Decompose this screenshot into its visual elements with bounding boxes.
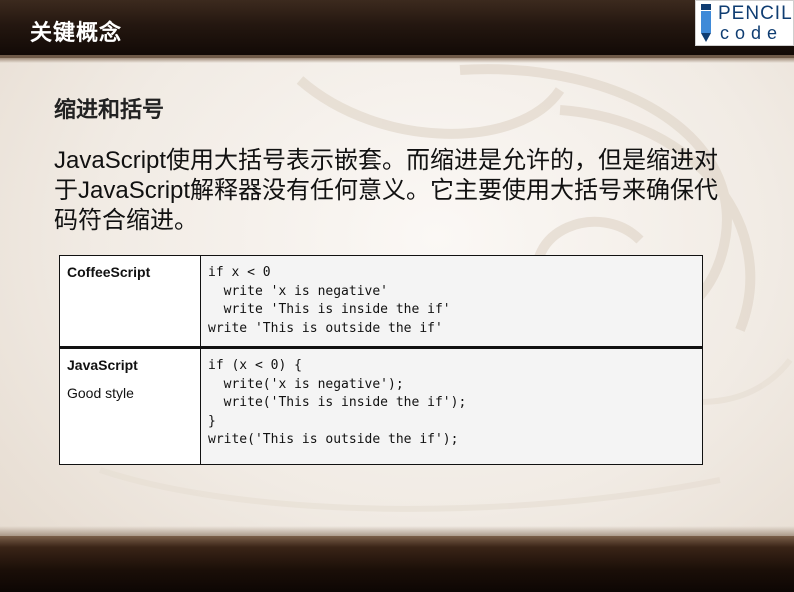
body-paragraph: JavaScript使用大括号表示嵌套。而缩进是允许的，但是缩进对于JavaSc… [54,147,719,234]
language-name: CoffeeScript [67,264,151,280]
table-row-javascript: JavaScript Good style if (x < 0) { write… [59,346,703,465]
code-line: write 'x is negative' [208,283,389,299]
code-cell: if x < 0 write 'x is negative' write 'Th… [200,255,703,348]
slide: 关键概念 PENCIL code 缩进和括号 JavaScript使用大括号表示… [0,0,794,592]
logo-text-pencil: PENCIL [718,3,793,24]
title-bar: 关键概念 [0,0,794,63]
language-name: JavaScript [67,357,138,373]
language-cell: CoffeeScript [59,255,201,348]
footer-bar [0,526,794,592]
code-line: } [208,413,216,429]
code-line: write 'This is inside the if' [208,302,451,317]
slide-title: 关键概念 [30,21,123,46]
code-line: write 'This is outside the if' [208,320,443,336]
pencil-code-logo: PENCIL code [695,0,794,46]
code-line: write('x is negative'); [208,376,404,392]
logo-text-code: code [720,23,784,43]
style-note: Good style [67,385,134,401]
code-line: if (x < 0) { [208,358,302,373]
language-cell: JavaScript Good style [59,346,201,465]
code-line: if x < 0 [208,265,271,280]
code-cell: if (x < 0) { write('x is negative'); wri… [200,346,703,465]
pencil-icon [701,4,711,42]
section-heading: 缩进和括号 [54,98,165,123]
table-row-coffeescript: CoffeeScript if x < 0 write 'x is negati… [59,255,703,348]
code-line: write('This is outside the if'); [208,432,459,447]
code-line: write('This is inside the if'); [208,395,467,410]
code-comparison-table: CoffeeScript if x < 0 write 'x is negati… [59,255,703,465]
